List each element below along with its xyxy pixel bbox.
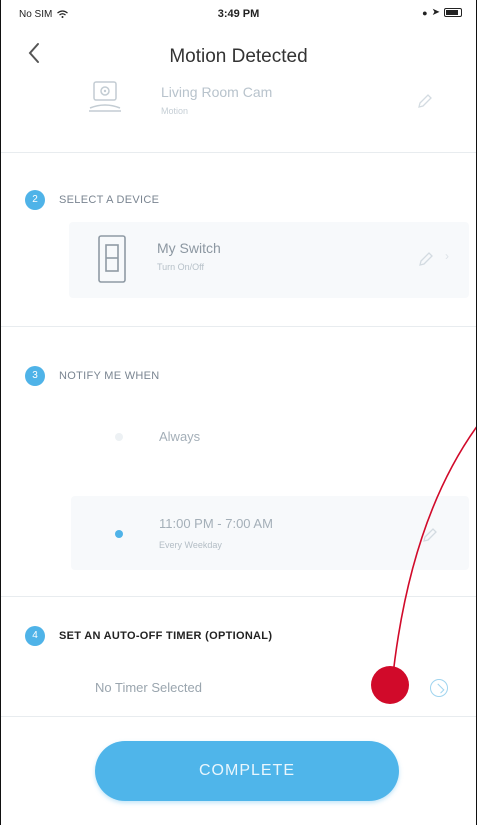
trigger-device-card[interactable]: Living Room Cam Motion <box>71 78 466 138</box>
device-name: My Switch <box>157 240 221 256</box>
complete-button[interactable]: COMPLETE <box>95 741 399 801</box>
notify-option-label: Always <box>159 429 201 444</box>
notify-option-subtitle: Every Weekday <box>159 540 222 550</box>
chevron-right-icon: › <box>445 249 449 263</box>
battery-icon <box>444 8 462 17</box>
status-time: 3:49 PM <box>217 8 260 20</box>
status-indicators: ● ➤ <box>422 7 462 18</box>
nav-bar: Motion Detected <box>1 36 476 76</box>
step-badge: 4 <box>25 626 45 646</box>
radio-selected[interactable] <box>115 530 123 538</box>
section-divider <box>1 326 476 327</box>
notify-option-always[interactable]: Always <box>71 412 466 464</box>
section-timer: 4 SET AN AUTO-OFF TIMER (OPTIONAL) <box>25 626 272 646</box>
edit-icon[interactable] <box>416 92 434 110</box>
trigger-device-name: Living Room Cam <box>161 84 273 100</box>
info-icon[interactable] <box>430 679 448 697</box>
trigger-device-subtitle: Motion <box>161 106 189 116</box>
timer-value: No Timer Selected <box>95 680 202 695</box>
notify-option-schedule[interactable]: 11:00 PM - 7:00 AM Every Weekday <box>71 496 469 570</box>
status-bar: No SIM 3:49 PM ● ➤ <box>1 0 476 28</box>
edit-icon[interactable] <box>417 250 435 268</box>
section-label: SELECT A DEVICE <box>59 194 160 206</box>
device-subtitle: Turn On/Off <box>157 262 205 272</box>
section-divider <box>1 716 476 717</box>
switch-icon <box>98 235 126 283</box>
notify-option-label: 11:00 PM - 7:00 AM <box>159 516 273 531</box>
section-divider <box>1 152 476 153</box>
section-divider <box>1 596 476 597</box>
page-title: Motion Detected <box>169 46 308 67</box>
edit-icon[interactable] <box>421 526 439 544</box>
location-icon: ● <box>422 7 428 18</box>
device-card[interactable]: My Switch Turn On/Off › <box>69 222 469 298</box>
bluetooth-icon: ➤ <box>431 7 440 18</box>
section-select-device: 2 SELECT A DEVICE <box>25 190 159 210</box>
section-notify: 3 NOTIFY ME WHEN <box>25 366 160 386</box>
section-label: SET AN AUTO-OFF TIMER (OPTIONAL) <box>59 630 273 642</box>
step-badge: 3 <box>25 366 45 386</box>
camera-icon <box>89 81 121 112</box>
annotation-marker <box>371 666 409 704</box>
section-label: NOTIFY ME WHEN <box>59 370 160 382</box>
app-screen: No SIM 3:49 PM ● ➤ Motion Detected Livin… <box>0 0 477 825</box>
step-badge: 2 <box>25 190 45 210</box>
radio-unselected[interactable] <box>115 433 123 441</box>
